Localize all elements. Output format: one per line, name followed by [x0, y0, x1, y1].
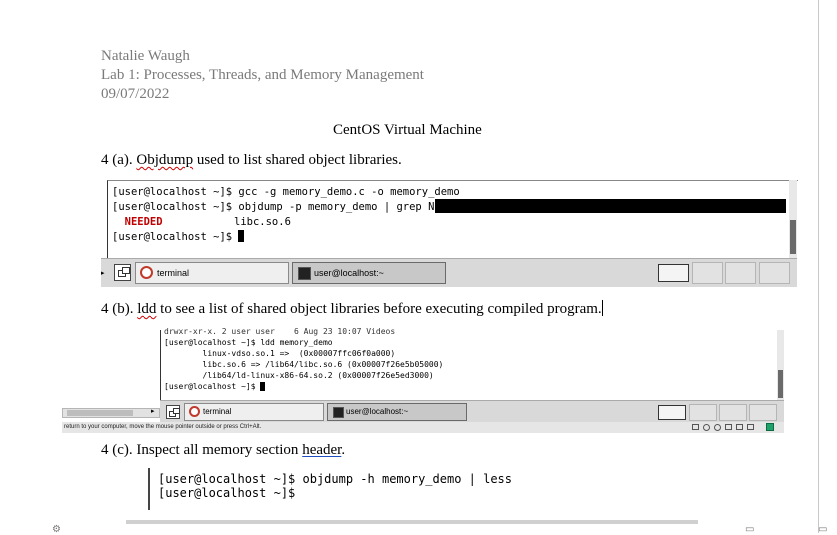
terminal1-prompt-text: [user@localhost ~]$: [112, 231, 239, 243]
terminal-screenshot-1: [user@localhost ~]$ gcc -g memory_demo.c…: [107, 180, 798, 259]
item-4c-prefix: 4 (c). Inspect all memory section: [101, 442, 303, 458]
hard-disk-icon[interactable]: [692, 424, 699, 430]
item-4b-text: to see a list of shared object libraries…: [156, 301, 602, 317]
terminal3-prompt: [user@localhost ~]$: [158, 486, 303, 500]
view-mode-icon[interactable]: ▭: [745, 524, 754, 535]
workspace-switcher-3[interactable]: [719, 404, 747, 421]
section-heading: CentOS Virtual Machine: [333, 122, 482, 138]
terminal-screenshot-3: [user@localhost ~]$ objdump -h memory_de…: [148, 468, 513, 510]
taskbar-button-user-localhost[interactable]: user@localhost:~: [292, 262, 446, 284]
taskbar-button-label: user@localhost:~: [314, 268, 384, 278]
workspace-switcher-3[interactable]: [725, 262, 756, 284]
redaction-bar: [435, 199, 786, 213]
item-4b-keyword[interactable]: ldd: [137, 301, 156, 317]
text-cursor: [260, 382, 266, 391]
window-glyph-icon: [173, 408, 180, 414]
vm-taskbar-1: ▸ terminal user@localhost:~: [101, 258, 797, 287]
taskbar-button-terminal[interactable]: terminal: [135, 262, 289, 284]
scrollbar-thumb[interactable]: [790, 220, 796, 254]
taskbar-button-user-localhost[interactable]: user@localhost:~: [327, 403, 467, 421]
item-4b-prefix: 4 (b).: [101, 301, 138, 317]
item-4b: 4 (b). ldd to see a list of shared objec…: [101, 300, 603, 319]
terminal2-line: drwxr-xr-x. 2 user user 6 Aug 23 10:07 V…: [164, 326, 395, 337]
shared-folder-icon[interactable]: [747, 424, 754, 430]
terminal2-prompt: [user@localhost ~]$: [164, 381, 266, 392]
scrollbar-thumb[interactable]: [778, 370, 783, 398]
status-bar-hint: return to your computer, move the mouse …: [64, 424, 262, 430]
author-name: Natalie Waugh: [101, 48, 190, 64]
vm-status-bar: return to your computer, move the mouse …: [62, 422, 784, 433]
scroll-right-arrow-icon[interactable]: ▸: [151, 407, 155, 415]
host-key-indicator-icon[interactable]: [766, 423, 774, 431]
document-horizontal-scrollbar[interactable]: [126, 520, 698, 524]
terminal2-line: linux-vdso.so.1 => (0x00007ffc06f0a000): [164, 349, 396, 358]
taskbar-button-terminal[interactable]: terminal: [184, 403, 324, 421]
text-cursor: [238, 230, 245, 242]
window-right-margin: [818, 0, 837, 533]
optical-drive-icon[interactable]: [703, 424, 710, 431]
settings-icon[interactable]: ⚙: [52, 524, 61, 535]
workspace-switcher-1[interactable]: [658, 405, 686, 420]
terminal2-line: /lib64/ld-linux-x86-64.so.2 (0x00007f26e…: [164, 371, 434, 380]
item-4c: 4 (c). Inspect all memory section header…: [101, 441, 345, 460]
item-4a-prefix: 4 (a).: [101, 152, 137, 168]
workspace-switcher-4[interactable]: [759, 262, 790, 284]
item-4a-text: used to list shared object libraries.: [193, 152, 402, 168]
taskbar-button-label: terminal: [203, 407, 232, 416]
workspace-switcher-1[interactable]: [658, 264, 689, 282]
taskbar-button-label: user@localhost:~: [346, 407, 409, 416]
zoom-icon[interactable]: ▭: [818, 524, 827, 535]
terminal-icon: [140, 266, 153, 279]
terminal2-line: libc.so.6 => /lib64/libc.so.6 (0x00007f2…: [164, 360, 444, 369]
console-icon: [333, 407, 344, 418]
terminal-icon: [189, 406, 200, 417]
terminal2-line-text: drwxr-xr-x. 2 user user 6 Aug 23 10:07 V…: [164, 327, 396, 336]
terminal1-scrollbar[interactable]: [789, 180, 797, 258]
terminal1-needed-value: libc.so.6: [234, 216, 291, 228]
terminal2-line: [user@localhost ~]$ ldd memory_demo: [164, 338, 333, 347]
terminal2-scrollbar[interactable]: [777, 330, 784, 400]
show-desktop-icon[interactable]: [114, 264, 131, 281]
usb-icon[interactable]: [736, 424, 743, 430]
terminal1-line: [user@localhost ~]$ gcc -g memory_demo.c…: [112, 186, 460, 198]
item-4a: 4 (a). Objdump used to list shared objec…: [101, 151, 402, 170]
lab-title: Lab 1: Processes, Threads, and Memory Ma…: [101, 67, 424, 83]
console-icon: [298, 267, 311, 280]
vm-taskbar-2: terminal user@localhost:~: [160, 400, 784, 423]
item-4c-keyword[interactable]: header: [302, 442, 341, 458]
workspace-switcher-2[interactable]: [689, 404, 717, 421]
network-icon[interactable]: [725, 424, 732, 430]
document-date: 09/07/2022: [101, 86, 170, 102]
item-4a-keyword[interactable]: Objdump: [136, 152, 193, 168]
taskbar-button-label: terminal: [157, 268, 190, 278]
workspace-switcher-2[interactable]: [692, 262, 723, 284]
show-desktop-icon[interactable]: [166, 405, 180, 419]
window-glyph-icon: [122, 267, 130, 274]
terminal3-line: [user@localhost ~]$ objdump -h memory_de…: [158, 472, 513, 486]
terminal1-needed-label: NEEDED: [112, 216, 163, 228]
terminal1-line: [user@localhost ~]$ objdump -p memory_de…: [112, 201, 467, 213]
terminal-screenshot-2: drwxr-xr-x. 2 user user 6 Aug 23 10:07 V…: [160, 327, 783, 400]
workspace-switcher-4[interactable]: [749, 404, 777, 421]
text-insertion-caret: [601, 300, 603, 316]
scrollbar-thumb[interactable]: [67, 410, 133, 416]
item-4c-text: .: [341, 442, 346, 458]
audio-icon[interactable]: [714, 424, 721, 431]
scroll-left-arrow-icon[interactable]: ▸: [101, 269, 105, 277]
terminal1-prompt: [user@localhost ~]$: [112, 230, 245, 245]
host-horizontal-scrollbar[interactable]: ▸: [62, 407, 160, 418]
terminal2-prompt-text: [user@localhost ~]$: [164, 382, 261, 391]
